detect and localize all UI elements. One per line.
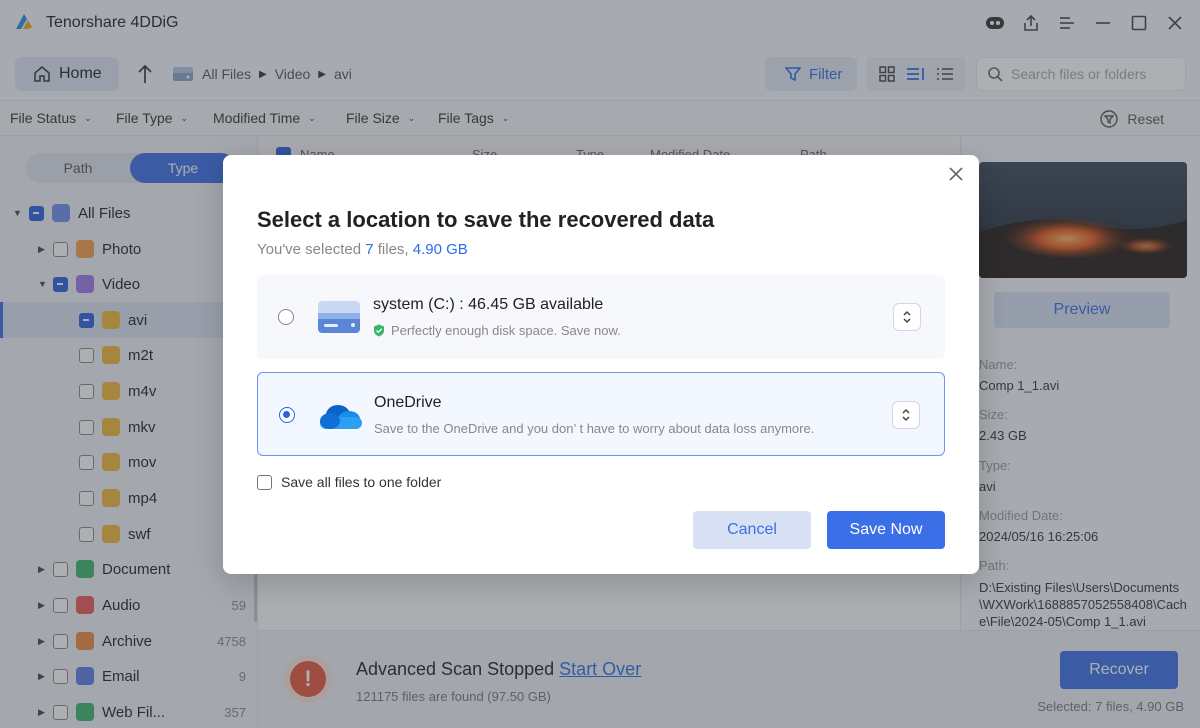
selected-count: 7 — [365, 241, 374, 258]
system-drive-desc-text: Perfectly enough disk space. Save now. — [391, 323, 621, 338]
one-folder-label: Save all files to one folder — [281, 474, 442, 490]
subtitle-prefix: You've selected — [257, 241, 362, 258]
dialog-title: Select a location to save the recovered … — [257, 207, 715, 232]
onedrive-radio[interactable] — [279, 407, 295, 423]
system-drive-radio[interactable] — [278, 309, 294, 325]
system-drive-name: system (C:) : 46.45 GB available — [373, 296, 604, 313]
one-folder-checkbox[interactable] — [257, 474, 272, 490]
system-drive-option[interactable]: system (C:) : 46.45 GB available Perfect… — [257, 275, 945, 359]
save-now-button[interactable]: Save Now — [827, 511, 945, 549]
save-location-dialog: Select a location to save the recovered … — [223, 155, 979, 574]
onedrive-cloud-icon — [320, 405, 362, 429]
subtitle-mid: files, — [377, 241, 409, 258]
one-folder-checkbox-row[interactable]: Save all files to one folder — [257, 474, 441, 490]
selected-size: 4.90 GB — [412, 241, 468, 258]
onedrive-desc: Save to the OneDrive and you don’ t have… — [374, 421, 815, 436]
onedrive-option[interactable]: OneDrive Save to the OneDrive and you do… — [257, 372, 945, 456]
location-stepper-icon[interactable] — [893, 303, 921, 331]
hard-drive-icon — [318, 301, 360, 333]
location-stepper-icon[interactable] — [892, 401, 920, 429]
cancel-button[interactable]: Cancel — [693, 511, 811, 549]
system-drive-desc: Perfectly enough disk space. Save now. — [373, 323, 621, 338]
dialog-subtitle: You've selected 7 files, 4.90 GB — [257, 241, 468, 258]
onedrive-name: OneDrive — [374, 394, 442, 411]
close-icon[interactable] — [947, 165, 965, 183]
shield-check-icon — [374, 324, 384, 337]
